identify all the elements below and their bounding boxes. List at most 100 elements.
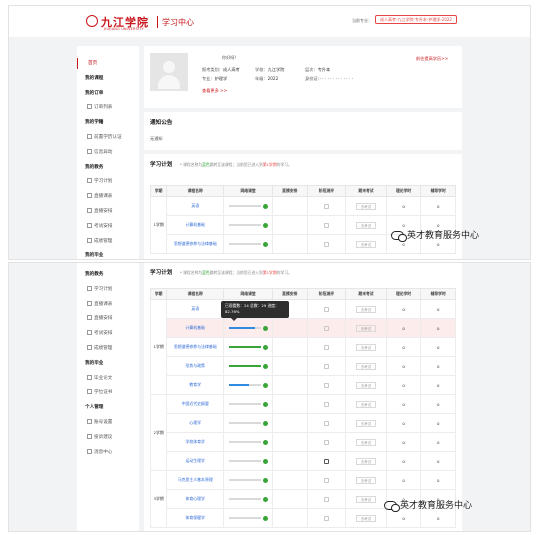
take-exam-button[interactable]: 去考试 — [355, 240, 377, 248]
value: 专升本 — [317, 67, 331, 72]
sidebar-item[interactable]: 我的订单 — [77, 88, 139, 99]
course-name-link[interactable]: 学校体育学 — [166, 432, 225, 452]
online-class-cell — [223, 413, 273, 433]
take-exam-button[interactable]: 去考试 — [355, 202, 377, 210]
sidebar-item[interactable]: 学习计划 — [77, 284, 139, 295]
take-exam-button[interactable]: 去考试 — [355, 305, 377, 313]
progress-end-icon — [262, 477, 268, 483]
upgrade-education-link[interactable]: 前往提高学历>> — [416, 56, 448, 62]
course-name-link[interactable]: 体育保健学 — [166, 508, 225, 528]
course-name-link[interactable]: 英语 — [166, 196, 225, 216]
sidebar-item[interactable]: 首页 — [77, 58, 139, 69]
tutor-hours: 0 — [420, 356, 456, 376]
sidebar-item[interactable]: 我的毕业 — [77, 358, 139, 369]
take-exam-button[interactable]: 去考试 — [355, 476, 377, 484]
column-header: 理论学时 — [385, 288, 422, 300]
sidebar-item[interactable]: 学习计划 — [77, 176, 139, 187]
take-exam-button[interactable]: 去考试 — [355, 221, 377, 229]
course-name-link[interactable]: 运动生理学 — [166, 451, 225, 471]
sidebar-item[interactable]: 信息异动 — [77, 147, 139, 158]
sidebar-item[interactable]: 直播安排 — [77, 206, 139, 217]
sidebar-item[interactable]: 个人管理 — [77, 402, 139, 413]
final-exam-cell: 去考试 — [345, 299, 387, 319]
edit-icon[interactable] — [323, 515, 329, 521]
take-exam-button[interactable]: 去考试 — [355, 400, 377, 408]
stage-test-cell — [306, 299, 347, 319]
edit-icon[interactable] — [323, 477, 329, 483]
edit-icon[interactable] — [323, 325, 329, 331]
stage-test-cell — [306, 356, 347, 376]
course-name-link[interactable]: 英语 — [166, 299, 225, 319]
sidebar-item[interactable]: 消息中心 — [77, 447, 139, 458]
sidebar-item[interactable]: 订单列表 — [77, 102, 139, 113]
take-exam-button[interactable]: 去考试 — [355, 343, 377, 351]
course-name-link[interactable]: 中国近代史纲要 — [166, 394, 225, 414]
online-class-cell — [223, 215, 273, 235]
course-name-link[interactable]: 马克思主义基本原理 — [166, 470, 225, 490]
take-exam-button[interactable]: 去考试 — [355, 362, 377, 370]
stage-test-cell — [306, 432, 347, 452]
sidebar-item[interactable]: 直播课表 — [77, 299, 139, 310]
take-exam-button[interactable]: 去考试 — [355, 495, 377, 503]
online-class-cell — [223, 356, 273, 376]
view-more-link[interactable]: 查看更多 >> — [202, 88, 227, 94]
edit-icon[interactable] — [323, 203, 329, 209]
course-name-link[interactable]: 教育学 — [166, 375, 225, 395]
profile-id: 身份证：· · · · · · · · · · · · · — [305, 76, 353, 82]
sidebar-item[interactable]: 考试安排 — [77, 328, 139, 339]
hint-b: 跳转至该课程；当前您已进入到 — [209, 270, 263, 275]
course-name-link[interactable]: 心理学 — [166, 413, 225, 433]
edit-icon[interactable] — [323, 496, 329, 502]
final-exam-cell: 去考试 — [345, 489, 387, 509]
sidebar-item[interactable]: 直播安排 — [77, 313, 139, 324]
course-name-link[interactable]: 思想道德修养与法律基础 — [166, 337, 225, 357]
sidebar-item[interactable]: 前置学历认证 — [77, 132, 139, 143]
wechat-icon — [391, 231, 407, 242]
take-exam-button[interactable]: 去考试 — [355, 457, 377, 465]
value: · · · · · · · · · · · · · — [319, 76, 353, 81]
take-exam-button[interactable]: 去考试 — [355, 419, 377, 427]
sidebar-item[interactable]: 考试安排 — [77, 221, 139, 232]
sidebar-item[interactable]: 直播课表 — [77, 191, 139, 202]
stage-test-cell — [306, 318, 347, 338]
profile-year: 年级：2022 — [255, 76, 278, 82]
current-major-select[interactable]: 成人高考-九江学院-专升本-护理学-2022 — [375, 15, 457, 24]
edit-icon[interactable] — [323, 241, 329, 247]
sidebar-item[interactable]: 我的教务 — [77, 269, 139, 280]
sidebar-item[interactable]: 我的学籍 — [77, 117, 139, 128]
edit-icon[interactable] — [323, 382, 329, 388]
sidebar-item[interactable]: 投诉建议 — [77, 432, 139, 443]
course-name-link[interactable]: 思想道德修养与法律基础 — [166, 234, 225, 254]
take-exam-button[interactable]: 去考试 — [355, 381, 377, 389]
sidebar-item[interactable]: 学位证书 — [77, 387, 139, 398]
sidebar-item[interactable]: 成绩管理 — [77, 343, 139, 354]
edit-icon[interactable] — [323, 458, 329, 464]
progress-bar — [228, 422, 261, 425]
edit-icon[interactable] — [323, 306, 329, 312]
edit-icon[interactable] — [323, 420, 329, 426]
edit-icon[interactable] — [323, 344, 329, 350]
take-exam-button[interactable]: 去考试 — [355, 514, 377, 522]
hint-blue: 蓝色 — [202, 162, 210, 167]
edit-icon[interactable] — [323, 363, 329, 369]
take-exam-button[interactable]: 去考试 — [355, 438, 377, 446]
sidebar-item[interactable]: 我的课程 — [77, 73, 139, 84]
take-exam-button[interactable]: 去考试 — [355, 324, 377, 332]
sidebar-item[interactable]: 毕业论文 — [77, 373, 139, 384]
final-exam-cell: 去考试 — [345, 337, 387, 357]
tutor-hours: 0 — [420, 413, 456, 433]
course-name-link[interactable]: 计算机基础 — [166, 215, 225, 235]
sidebar-item[interactable]: 我的教务 — [77, 162, 139, 173]
column-header: 网络课堂 — [223, 288, 273, 300]
edit-icon[interactable] — [323, 222, 329, 228]
course-name-link[interactable]: 计算机基础 — [166, 318, 225, 338]
edit-icon[interactable] — [323, 401, 329, 407]
course-name-link[interactable]: 体育心理学 — [166, 489, 225, 509]
course-name-link[interactable]: 形势与政策 — [166, 356, 225, 376]
sidebar-item[interactable]: 成绩管理 — [77, 236, 139, 247]
sidebar-item[interactable]: 账号设置 — [77, 417, 139, 428]
sidebar-item[interactable]: 我的毕业 — [77, 250, 139, 259]
edit-icon[interactable] — [323, 439, 329, 445]
profile-card: 你好呀! 报考类别：成人高考 学校：九江学院 层次：专升本 专业：护理学 年级：… — [144, 46, 462, 108]
progress-fill — [228, 327, 256, 330]
